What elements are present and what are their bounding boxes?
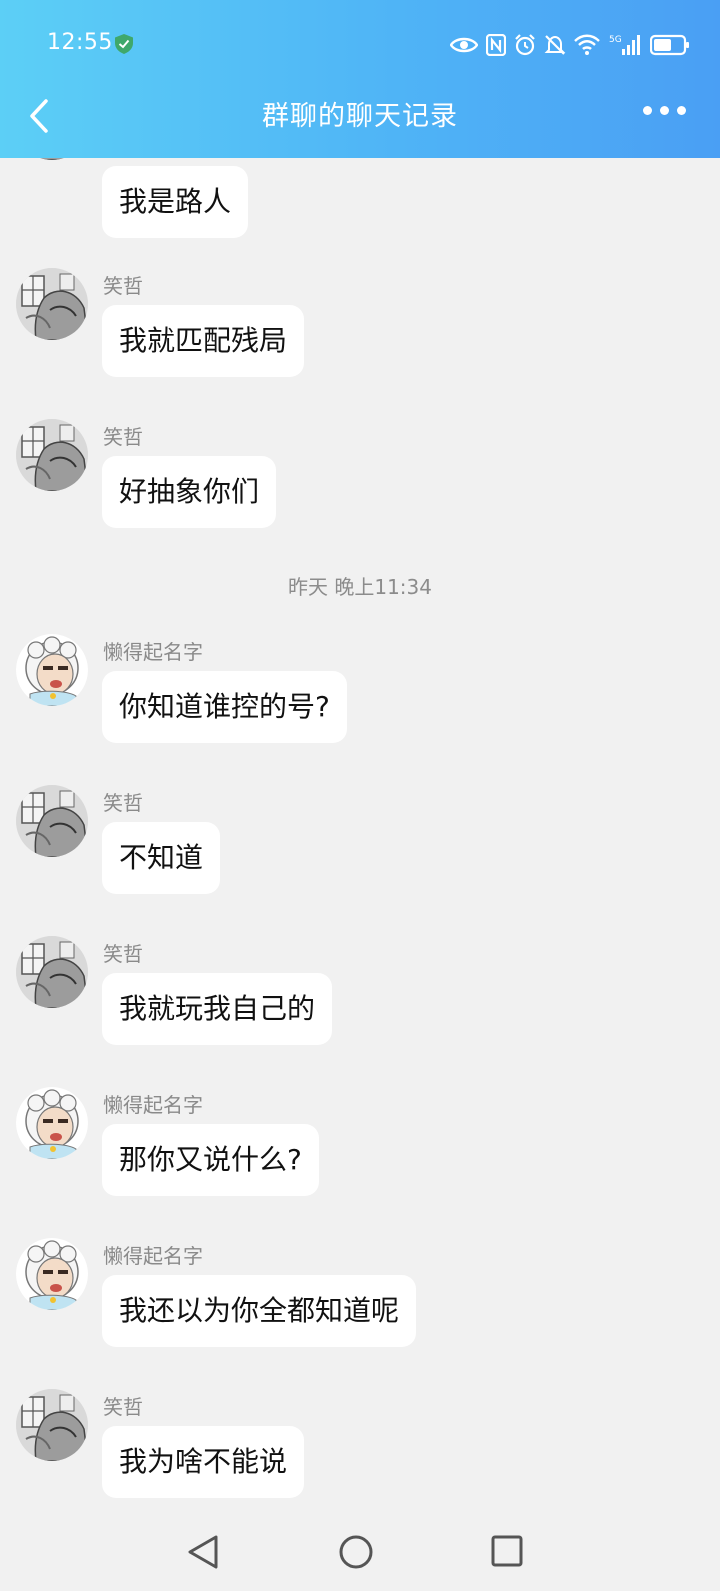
more-dot-icon (677, 106, 686, 115)
nav-home-icon[interactable] (338, 1534, 374, 1570)
sender-name: 笑哲 (103, 274, 143, 298)
nav-back-icon[interactable] (186, 1534, 220, 1570)
time-divider: 昨天 晚上11:34 (288, 575, 432, 599)
nav-recents-icon[interactable] (490, 1534, 524, 1568)
signal-icon: 5G (609, 35, 640, 55)
avatar-image (16, 1389, 88, 1461)
sketch-avatar[interactable] (16, 936, 88, 1008)
battery-icon (650, 34, 689, 56)
avatar-image (16, 936, 88, 1008)
eye-icon (450, 37, 478, 53)
shield-check-icon (115, 34, 133, 54)
sheep-avatar[interactable] (16, 1087, 88, 1159)
sketch-avatar[interactable] (16, 785, 88, 857)
system-navigation-bar (0, 1514, 720, 1591)
avatar-image (16, 1238, 88, 1310)
mute-icon (544, 35, 566, 55)
nav-bar: 群聊的聊天记录 (0, 88, 720, 158)
chat-history-list[interactable]: 昨天 晚上11:34 我是路人 笑哲 我就匹配残局 笑哲 好抽象你们 懒得起名字 你知道谁控… (0, 158, 720, 1514)
status-time: 12:55 (47, 30, 113, 55)
message-bubble[interactable]: 我为啥不能说 (102, 1426, 305, 1498)
status-bar: 12:55 5G (0, 0, 720, 88)
sender-name: 笑哲 (103, 791, 143, 815)
avatar-image (16, 634, 88, 706)
message-bubble[interactable]: 我就玩我自己的 (102, 973, 333, 1045)
message-bubble[interactable]: 我还以为你全都知道呢 (102, 1275, 417, 1347)
sketch-avatar[interactable] (16, 419, 88, 491)
sender-name: 懒得起名字 (103, 640, 203, 664)
more-dot-icon (643, 106, 652, 115)
wifi-icon (574, 34, 600, 55)
avatar-image (16, 268, 88, 340)
avatar-image (16, 785, 88, 857)
status-icons: 5G (450, 30, 690, 60)
message-bubble[interactable]: 我是路人 (102, 166, 249, 238)
more-dot-icon (660, 106, 669, 115)
avatar-image (16, 158, 88, 160)
sender-name: 笑哲 (103, 942, 143, 966)
alarm-icon (515, 34, 535, 56)
message-bubble[interactable]: 我就匹配残局 (102, 305, 305, 377)
page-title: 群聊的聊天记录 (262, 101, 458, 132)
message-bubble[interactable]: 那你又说什么? (102, 1124, 319, 1196)
sketch-avatar[interactable] (16, 268, 88, 340)
message-bubble[interactable]: 好抽象你们 (102, 456, 277, 528)
network-type-label: 5G (609, 35, 622, 45)
sketch-avatar[interactable] (16, 1389, 88, 1461)
sender-name: 笑哲 (103, 425, 143, 449)
sender-name: 笑哲 (103, 1395, 143, 1419)
message-bubble[interactable]: 你知道谁控的号? (102, 671, 347, 743)
sketch-avatar[interactable] (16, 158, 88, 160)
nfc-icon (486, 34, 506, 56)
sender-name: 懒得起名字 (103, 1244, 203, 1268)
avatar-image (16, 419, 88, 491)
more-options-button[interactable] (643, 106, 686, 115)
sheep-avatar[interactable] (16, 1238, 88, 1310)
header-bar: 12:55 5G 群聊的聊天记录 (0, 0, 720, 158)
message-bubble[interactable]: 不知道 (102, 822, 221, 894)
sender-name: 懒得起名字 (103, 1093, 203, 1117)
avatar-image (16, 1087, 88, 1159)
sheep-avatar[interactable] (16, 634, 88, 706)
